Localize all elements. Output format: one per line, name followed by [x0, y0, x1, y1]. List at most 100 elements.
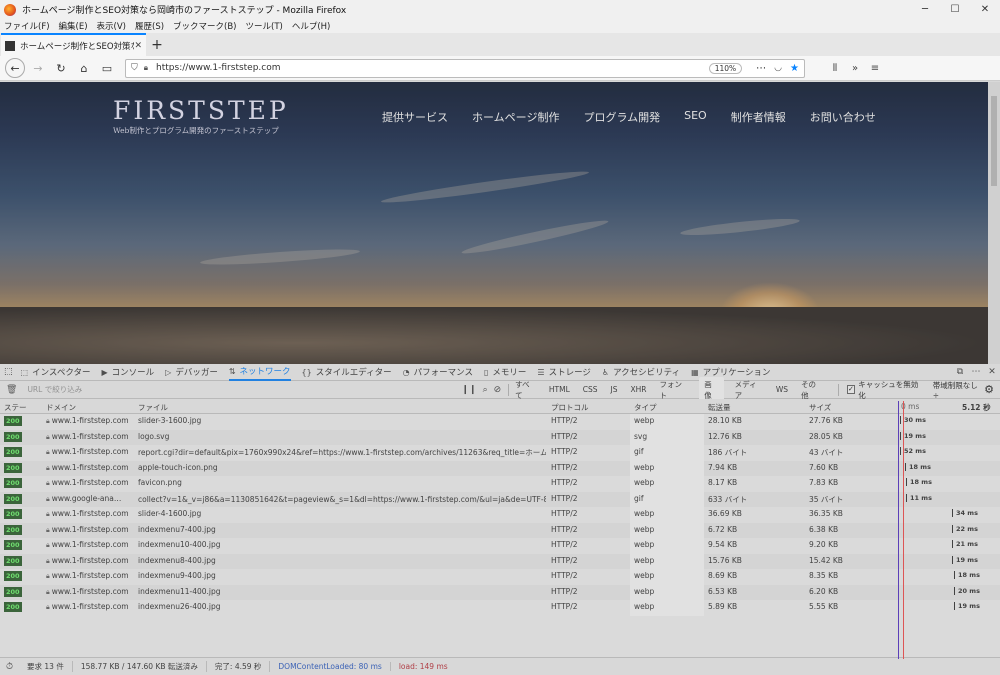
status-code: 200 — [4, 602, 22, 612]
tab-debugger[interactable]: ▷ デバッガー — [165, 364, 218, 381]
filter-other[interactable]: その他 — [799, 378, 825, 402]
filter-css[interactable]: CSS — [581, 384, 600, 395]
inspector-icon: ⬚ — [20, 367, 29, 377]
pause-icon[interactable]: ❙❙ — [461, 385, 476, 395]
tab-storage[interactable]: ☰ ストレージ — [537, 364, 591, 381]
site-nav-profile[interactable]: 制作者情報 — [731, 109, 786, 125]
cell-timing: 22 ms — [952, 524, 978, 535]
window-title: ホームページ制作とSEO対策なら岡崎市のファーストステップ - Mozilla … — [22, 6, 347, 16]
col-transferred[interactable]: 転送量 — [708, 402, 731, 413]
table-row[interactable]: 200 🔒︎ www.1-firststep.com report.cgi?dir=d… — [0, 445, 1000, 461]
cell-protocol: HTTP/2 — [551, 493, 578, 503]
menu-help[interactable]: ヘルプ(H) — [292, 20, 331, 32]
table-row[interactable]: 200 🔒︎ www.1-firststep.com indexmenu8-400.j… — [0, 553, 1000, 569]
site-nav-contact[interactable]: お問い合わせ — [810, 109, 876, 125]
close-window-button[interactable]: ✕ — [970, 4, 1000, 15]
page-actions-icon[interactable]: ⋯ — [756, 63, 766, 74]
filter-all[interactable]: すべて — [513, 378, 538, 402]
menu-bookmarks[interactable]: ブックマーク(B) — [173, 20, 236, 32]
zoom-indicator[interactable]: 110% — [708, 62, 743, 74]
cell-type: webp — [630, 507, 704, 523]
table-row[interactable]: 200 🔒︎ www.1-firststep.com indexmenu9-400.j… — [0, 569, 1000, 585]
col-timeline-end[interactable]: 5.12 秒 — [962, 402, 991, 413]
browser-tab[interactable]: ホームページ制作とSEO対策な ✕ — [1, 33, 146, 56]
picker-icon[interactable]: ⬚ — [4, 367, 13, 377]
site-nav-program[interactable]: プログラム開発 — [583, 109, 660, 125]
table-row[interactable]: 200 🔒︎ www.1-firststep.com logo.svg HTTP/2 sv… — [0, 429, 1000, 445]
tab-inspector[interactable]: ⬚ インスペクター — [21, 364, 91, 381]
overflow-chevron-icon[interactable]: » — [845, 63, 865, 74]
forward-button[interactable]: → — [28, 58, 48, 78]
site-nav-services[interactable]: 提供サービス — [382, 109, 448, 125]
timing-bar: 18 ms — [906, 478, 932, 486]
col-file[interactable]: ファイル — [138, 402, 168, 413]
cell-domain: 🔒︎ www.1-firststep.com — [46, 540, 132, 550]
url-text[interactable]: https://www.1-firststep.com — [156, 63, 709, 73]
minimize-button[interactable]: ─ — [910, 4, 940, 15]
col-domain[interactable]: ドメイン — [46, 402, 76, 413]
reload-button[interactable]: ↻ — [51, 58, 71, 78]
url-bar[interactable]: ⛉ 🔒︎ https://www.1-firststep.com 110% ⋯ … — [125, 58, 805, 78]
tab-style-editor[interactable]: {} スタイルエディター — [302, 364, 392, 381]
table-row[interactable]: 200 🔒︎ www.1-firststep.com indexmenu10-400.… — [0, 538, 1000, 554]
filter-xhr[interactable]: XHR — [629, 384, 649, 395]
close-tab-icon[interactable]: ✕ — [134, 41, 142, 51]
table-row[interactable]: 200 🔒︎ www.google-ana… collect?v=1&_v=j86&a… — [0, 491, 1000, 507]
library-icon[interactable]: ⫴ — [825, 63, 845, 74]
site-nav-web[interactable]: ホームページ制作 — [472, 109, 559, 125]
cell-transferred: 633 バイト — [708, 494, 748, 504]
lock-icon[interactable]: 🔒︎ — [144, 63, 148, 73]
site-logo[interactable]: FIRSTSTEP — [113, 96, 289, 125]
table-row[interactable]: 200 🔒︎ www.1-firststep.com favicon.png HTTP/… — [0, 476, 1000, 492]
filter-fonts[interactable]: フォント — [658, 378, 691, 402]
page-scrollbar[interactable] — [988, 82, 1000, 364]
throttle-select[interactable]: 帯域制限なし ÷ — [933, 380, 984, 400]
back-button[interactable]: ← — [5, 58, 25, 78]
table-row[interactable]: 200 🔒︎ www.1-firststep.com apple-touch-icon… — [0, 460, 1000, 476]
reader-icon[interactable]: ▭ — [97, 58, 117, 78]
cell-size: 36.35 KB — [809, 509, 843, 518]
table-row[interactable]: 200 🔒︎ www.1-firststep.com indexmenu26-400.… — [0, 600, 1000, 616]
trash-icon[interactable]: 🗑︎ — [6, 385, 17, 395]
table-row[interactable]: 200 🔒︎ www.1-firststep.com indexmenu11-400.… — [0, 584, 1000, 600]
menu-edit[interactable]: 編集(E) — [59, 20, 88, 32]
shield-icon[interactable]: ⛉ — [131, 63, 138, 73]
tab-console[interactable]: ▶ コンソール — [101, 364, 154, 381]
col-size[interactable]: サイズ — [809, 402, 831, 413]
table-row[interactable]: 200 🔒︎ www.1-firststep.com slider-3-1600.jp… — [0, 414, 1000, 430]
gear-icon[interactable]: ⚙ — [984, 383, 994, 396]
cell-size: 35 バイト — [809, 494, 844, 504]
col-protocol[interactable]: プロトコル — [551, 402, 589, 413]
filter-html[interactable]: HTML — [547, 384, 572, 395]
dock-icon[interactable]: ⧉ — [952, 367, 968, 377]
home-button[interactable]: ⌂ — [74, 58, 94, 78]
menu-tools[interactable]: ツール(T) — [246, 20, 283, 32]
devtools-menu-icon[interactable]: ⋯ — [968, 367, 984, 377]
tab-performance[interactable]: ◔ パフォーマンス — [403, 364, 473, 381]
hamburger-menu-icon[interactable]: ≡ — [865, 63, 885, 74]
maximize-button[interactable]: ☐ — [940, 4, 970, 15]
col-status[interactable]: ステー — [4, 402, 27, 413]
menu-view[interactable]: 表示(V) — [97, 20, 126, 32]
menu-history[interactable]: 履歴(S) — [135, 20, 164, 32]
site-nav-seo[interactable]: SEO — [684, 109, 707, 125]
table-row[interactable]: 200 🔒︎ www.1-firststep.com indexmenu7-400.j… — [0, 522, 1000, 538]
block-icon[interactable]: ⊘ — [494, 385, 502, 395]
close-devtools-icon[interactable]: ✕ — [984, 367, 1000, 377]
tab-network[interactable]: ⇅ ネットワーク — [228, 364, 291, 381]
search-icon[interactable]: ⌕ — [483, 385, 488, 395]
filter-js[interactable]: JS — [609, 384, 620, 395]
disable-cache-checkbox[interactable]: ✓ キャッシュを無効化 — [846, 379, 923, 401]
cell-type: webp — [630, 460, 704, 476]
col-type[interactable]: タイプ — [634, 402, 657, 413]
timer-icon[interactable]: ⏱ — [6, 662, 13, 672]
filter-ws[interactable]: WS — [774, 384, 790, 395]
new-tab-button[interactable]: + — [146, 33, 168, 56]
menu-file[interactable]: ファイル(F) — [4, 20, 50, 32]
filter-media[interactable]: メディア — [733, 378, 765, 402]
table-row[interactable]: 200 🔒︎ www.1-firststep.com slider-4-1600.jp… — [0, 507, 1000, 523]
domain-text: www.1-firststep.com — [51, 555, 129, 565]
pocket-icon[interactable]: ◡ — [774, 63, 782, 73]
bookmark-star-icon[interactable]: ★ — [790, 63, 799, 74]
url-filter-input[interactable]: URL で絞り込み — [27, 384, 458, 395]
